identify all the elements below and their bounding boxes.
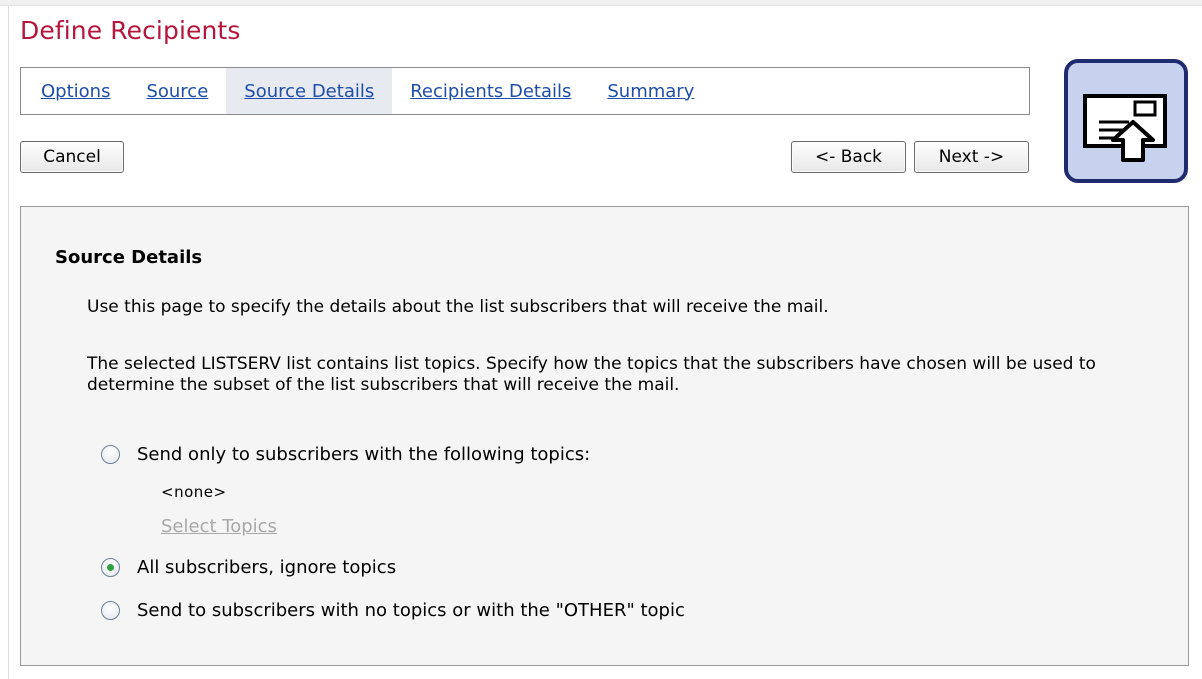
wizard-tabs: Options Source Source Details Recipients… xyxy=(20,67,1030,115)
radio-only-topics[interactable] xyxy=(101,445,120,464)
back-button[interactable]: <- Back xyxy=(791,141,906,173)
next-button[interactable]: Next -> xyxy=(914,141,1029,173)
tab-source-details[interactable]: Source Details xyxy=(226,68,393,114)
option-no-topics[interactable]: Send to subscribers with no topics or wi… xyxy=(101,600,685,621)
section-title: Source Details xyxy=(55,247,203,268)
intro-text: Use this page to specify the details abo… xyxy=(87,297,829,317)
radio-no-topics[interactable] xyxy=(101,601,120,620)
tab-source[interactable]: Source xyxy=(128,68,226,114)
page-title: Define Recipients xyxy=(20,16,241,45)
option-all-subscribers[interactable]: All subscribers, ignore topics xyxy=(101,557,396,578)
tab-options[interactable]: Options xyxy=(23,68,128,114)
tab-summary[interactable]: Summary xyxy=(589,68,712,114)
select-topics-link[interactable]: Select Topics xyxy=(161,516,277,537)
left-divider xyxy=(8,6,9,679)
selected-topics-value: <none> xyxy=(161,483,227,501)
option-all-subscribers-label: All subscribers, ignore topics xyxy=(137,557,397,578)
option-only-topics[interactable]: Send only to subscribers with the follow… xyxy=(101,444,590,465)
source-details-panel: Source Details Use this page to specify … xyxy=(20,206,1189,666)
top-divider xyxy=(0,0,1202,6)
mail-document-upload-glyph xyxy=(1083,94,1167,162)
tab-recipients-details[interactable]: Recipients Details xyxy=(392,68,589,114)
explanation-text: The selected LISTSERV list contains list… xyxy=(87,354,1096,395)
option-no-topics-label: Send to subscribers with no topics or wi… xyxy=(137,600,685,621)
radio-all-subscribers[interactable] xyxy=(101,558,120,577)
cancel-button[interactable]: Cancel xyxy=(20,141,124,173)
option-only-topics-label: Send only to subscribers with the follow… xyxy=(137,444,591,465)
mail-document-upload-icon xyxy=(1064,59,1188,183)
